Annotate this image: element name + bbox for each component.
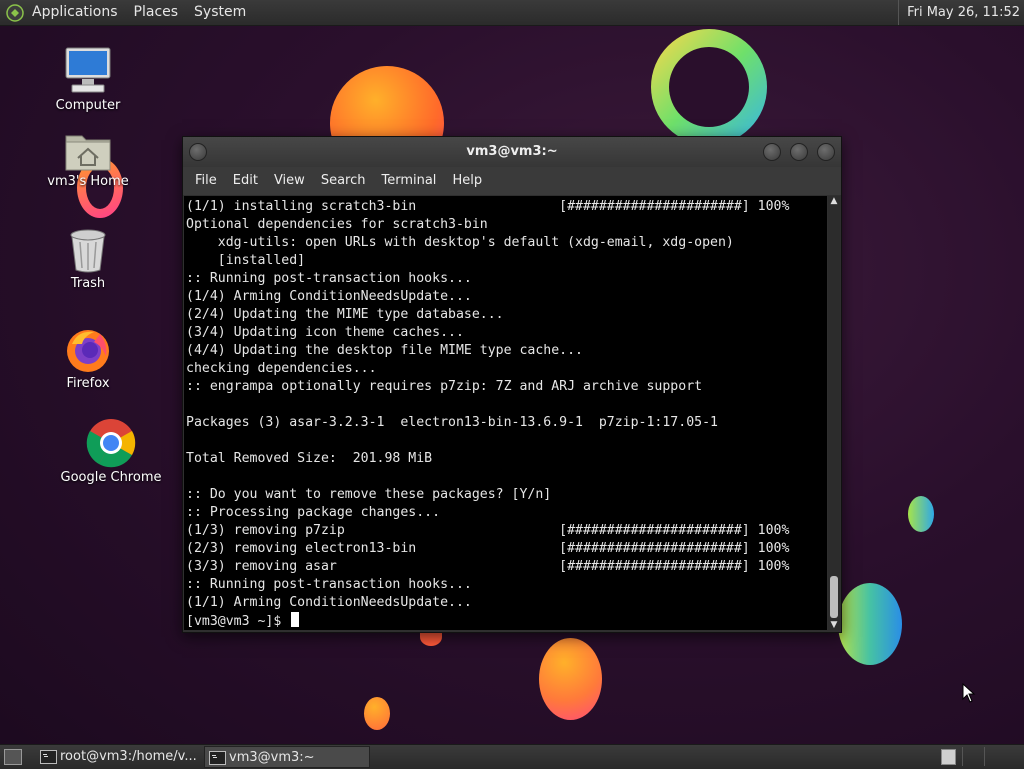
- task-label: root@vm3:/home/v...: [60, 749, 197, 764]
- terminal-output[interactable]: (1/1) installing scratch3-bin [#########…: [184, 196, 827, 630]
- terminal-line: (2/4) Updating the MIME type database...: [186, 307, 504, 322]
- desktop-icon-label: Trash: [70, 276, 106, 291]
- terminal-line: Total Removed Size: 201.98 MiB: [186, 451, 433, 466]
- maximize-button[interactable]: [790, 143, 808, 161]
- desktop-icon-trash[interactable]: Trash: [33, 228, 143, 291]
- desktop-icon-label: vm3's Home: [47, 174, 129, 189]
- workspace-switcher-3[interactable]: [984, 747, 1003, 766]
- desktop-icon-label: Computer: [55, 98, 121, 113]
- wallpaper-blue-green-blob: [908, 496, 934, 532]
- terminal-line: :: Running post-transaction hooks...: [186, 577, 472, 592]
- applications-menu[interactable]: Applications: [24, 0, 126, 25]
- menu-file[interactable]: File: [187, 167, 225, 195]
- bottom-panel: root@vm3:/home/v... vm3@vm3:~: [0, 744, 1024, 769]
- scroll-up-arrow-icon[interactable]: ▲: [828, 196, 840, 206]
- wallpaper-small-orange-blob: [364, 697, 390, 730]
- chrome-icon: [86, 419, 136, 468]
- places-menu[interactable]: Places: [126, 0, 187, 25]
- workspace-switcher-1[interactable]: [941, 749, 956, 765]
- terminal-line: (4/4) Updating the desktop file MIME typ…: [186, 343, 583, 358]
- terminal-line: :: Do you want to remove these packages?…: [186, 487, 552, 502]
- show-desktop-icon[interactable]: [4, 749, 22, 765]
- terminal-line: xdg-utils: open URLs with desktop's defa…: [186, 235, 734, 250]
- minimize-button[interactable]: [763, 143, 781, 161]
- trash-icon: [70, 229, 106, 273]
- system-menu[interactable]: System: [186, 0, 254, 25]
- menu-help[interactable]: Help: [444, 167, 490, 195]
- terminal-line: :: Running post-transaction hooks...: [186, 271, 472, 286]
- terminal-line: Packages (3) asar-3.2.3-1 electron13-bin…: [186, 415, 718, 430]
- desktop-icon-label: Firefox: [66, 376, 110, 391]
- terminal-line: (1/3) removing p7zip [##################…: [186, 523, 790, 538]
- terminal-line: (1/4) Arming ConditionNeedsUpdate...: [186, 289, 472, 304]
- wallpaper-green-blue-blob: [838, 583, 902, 665]
- desktop-icon-chrome[interactable]: Google Chrome: [56, 418, 166, 485]
- window-titlebar[interactable]: vm3@vm3:~: [183, 137, 841, 167]
- terminal-icon: [209, 751, 226, 765]
- menu-edit[interactable]: Edit: [225, 167, 266, 195]
- terminal-line: (3/3) removing asar [###################…: [186, 559, 790, 574]
- terminal-line: Optional dependencies for scratch3-bin: [186, 217, 488, 232]
- taskbar-item-root-terminal[interactable]: root@vm3:/home/v...: [36, 746, 200, 768]
- scroll-down-arrow-icon[interactable]: ▼: [828, 620, 840, 630]
- wallpaper-ring: [651, 29, 767, 145]
- top-panel: Applications Places System Fri May 26, 1…: [0, 0, 1024, 26]
- desktop-icon-firefox[interactable]: Firefox: [33, 326, 143, 391]
- window-menu-button[interactable]: [189, 143, 207, 161]
- terminal-prompt: [vm3@vm3 ~]$: [186, 614, 290, 629]
- mate-logo-icon[interactable]: [6, 3, 24, 22]
- workspace-switcher-2[interactable]: [962, 747, 981, 766]
- terminal-icon: [40, 750, 57, 764]
- terminal-window[interactable]: vm3@vm3:~ File Edit View Search Terminal…: [182, 136, 842, 633]
- terminal-line: (3/4) Updating icon theme caches...: [186, 325, 464, 340]
- terminal-scrollbar[interactable]: ▲ ▼: [828, 196, 840, 630]
- task-label: vm3@vm3:~: [229, 750, 315, 765]
- desktop-icon-label: Google Chrome: [60, 470, 162, 485]
- taskbar-item-vm3-terminal[interactable]: vm3@vm3:~: [204, 746, 370, 768]
- desktop-icon-computer[interactable]: Computer: [33, 44, 143, 113]
- scrollbar-thumb[interactable]: [830, 576, 838, 618]
- terminal-line: :: Processing package changes...: [186, 505, 441, 520]
- menu-view[interactable]: View: [266, 167, 313, 195]
- terminal-line: (2/3) removing electron13-bin [#########…: [186, 541, 790, 556]
- terminal-line: (1/1) installing scratch3-bin [#########…: [186, 199, 790, 214]
- clock[interactable]: Fri May 26, 11:52: [898, 0, 1020, 25]
- terminal-prompt-line: [vm3@vm3 ~]$: [186, 612, 827, 630]
- wallpaper-orange-pink-blob: [539, 638, 602, 720]
- computer-icon: [65, 47, 111, 93]
- terminal-line: [installed]: [186, 253, 306, 268]
- desktop-icon-home[interactable]: vm3's Home: [33, 128, 143, 189]
- terminal-menubar: File Edit View Search Terminal Help: [183, 167, 841, 195]
- menu-terminal[interactable]: Terminal: [373, 167, 444, 195]
- mouse-pointer-icon: [962, 683, 976, 703]
- terminal-line: :: engrampa optionally requires p7zip: 7…: [186, 379, 703, 394]
- home-folder-icon: [65, 135, 111, 171]
- terminal-text: (1/1) installing scratch3-bin [#########…: [184, 196, 827, 630]
- window-title: vm3@vm3:~: [466, 144, 558, 159]
- text-cursor: [291, 612, 300, 627]
- close-button[interactable]: [817, 143, 835, 161]
- firefox-icon: [67, 330, 109, 372]
- terminal-line: (1/1) Arming ConditionNeedsUpdate...: [186, 595, 472, 610]
- terminal-line: checking dependencies...: [186, 361, 377, 376]
- menu-search[interactable]: Search: [313, 167, 374, 195]
